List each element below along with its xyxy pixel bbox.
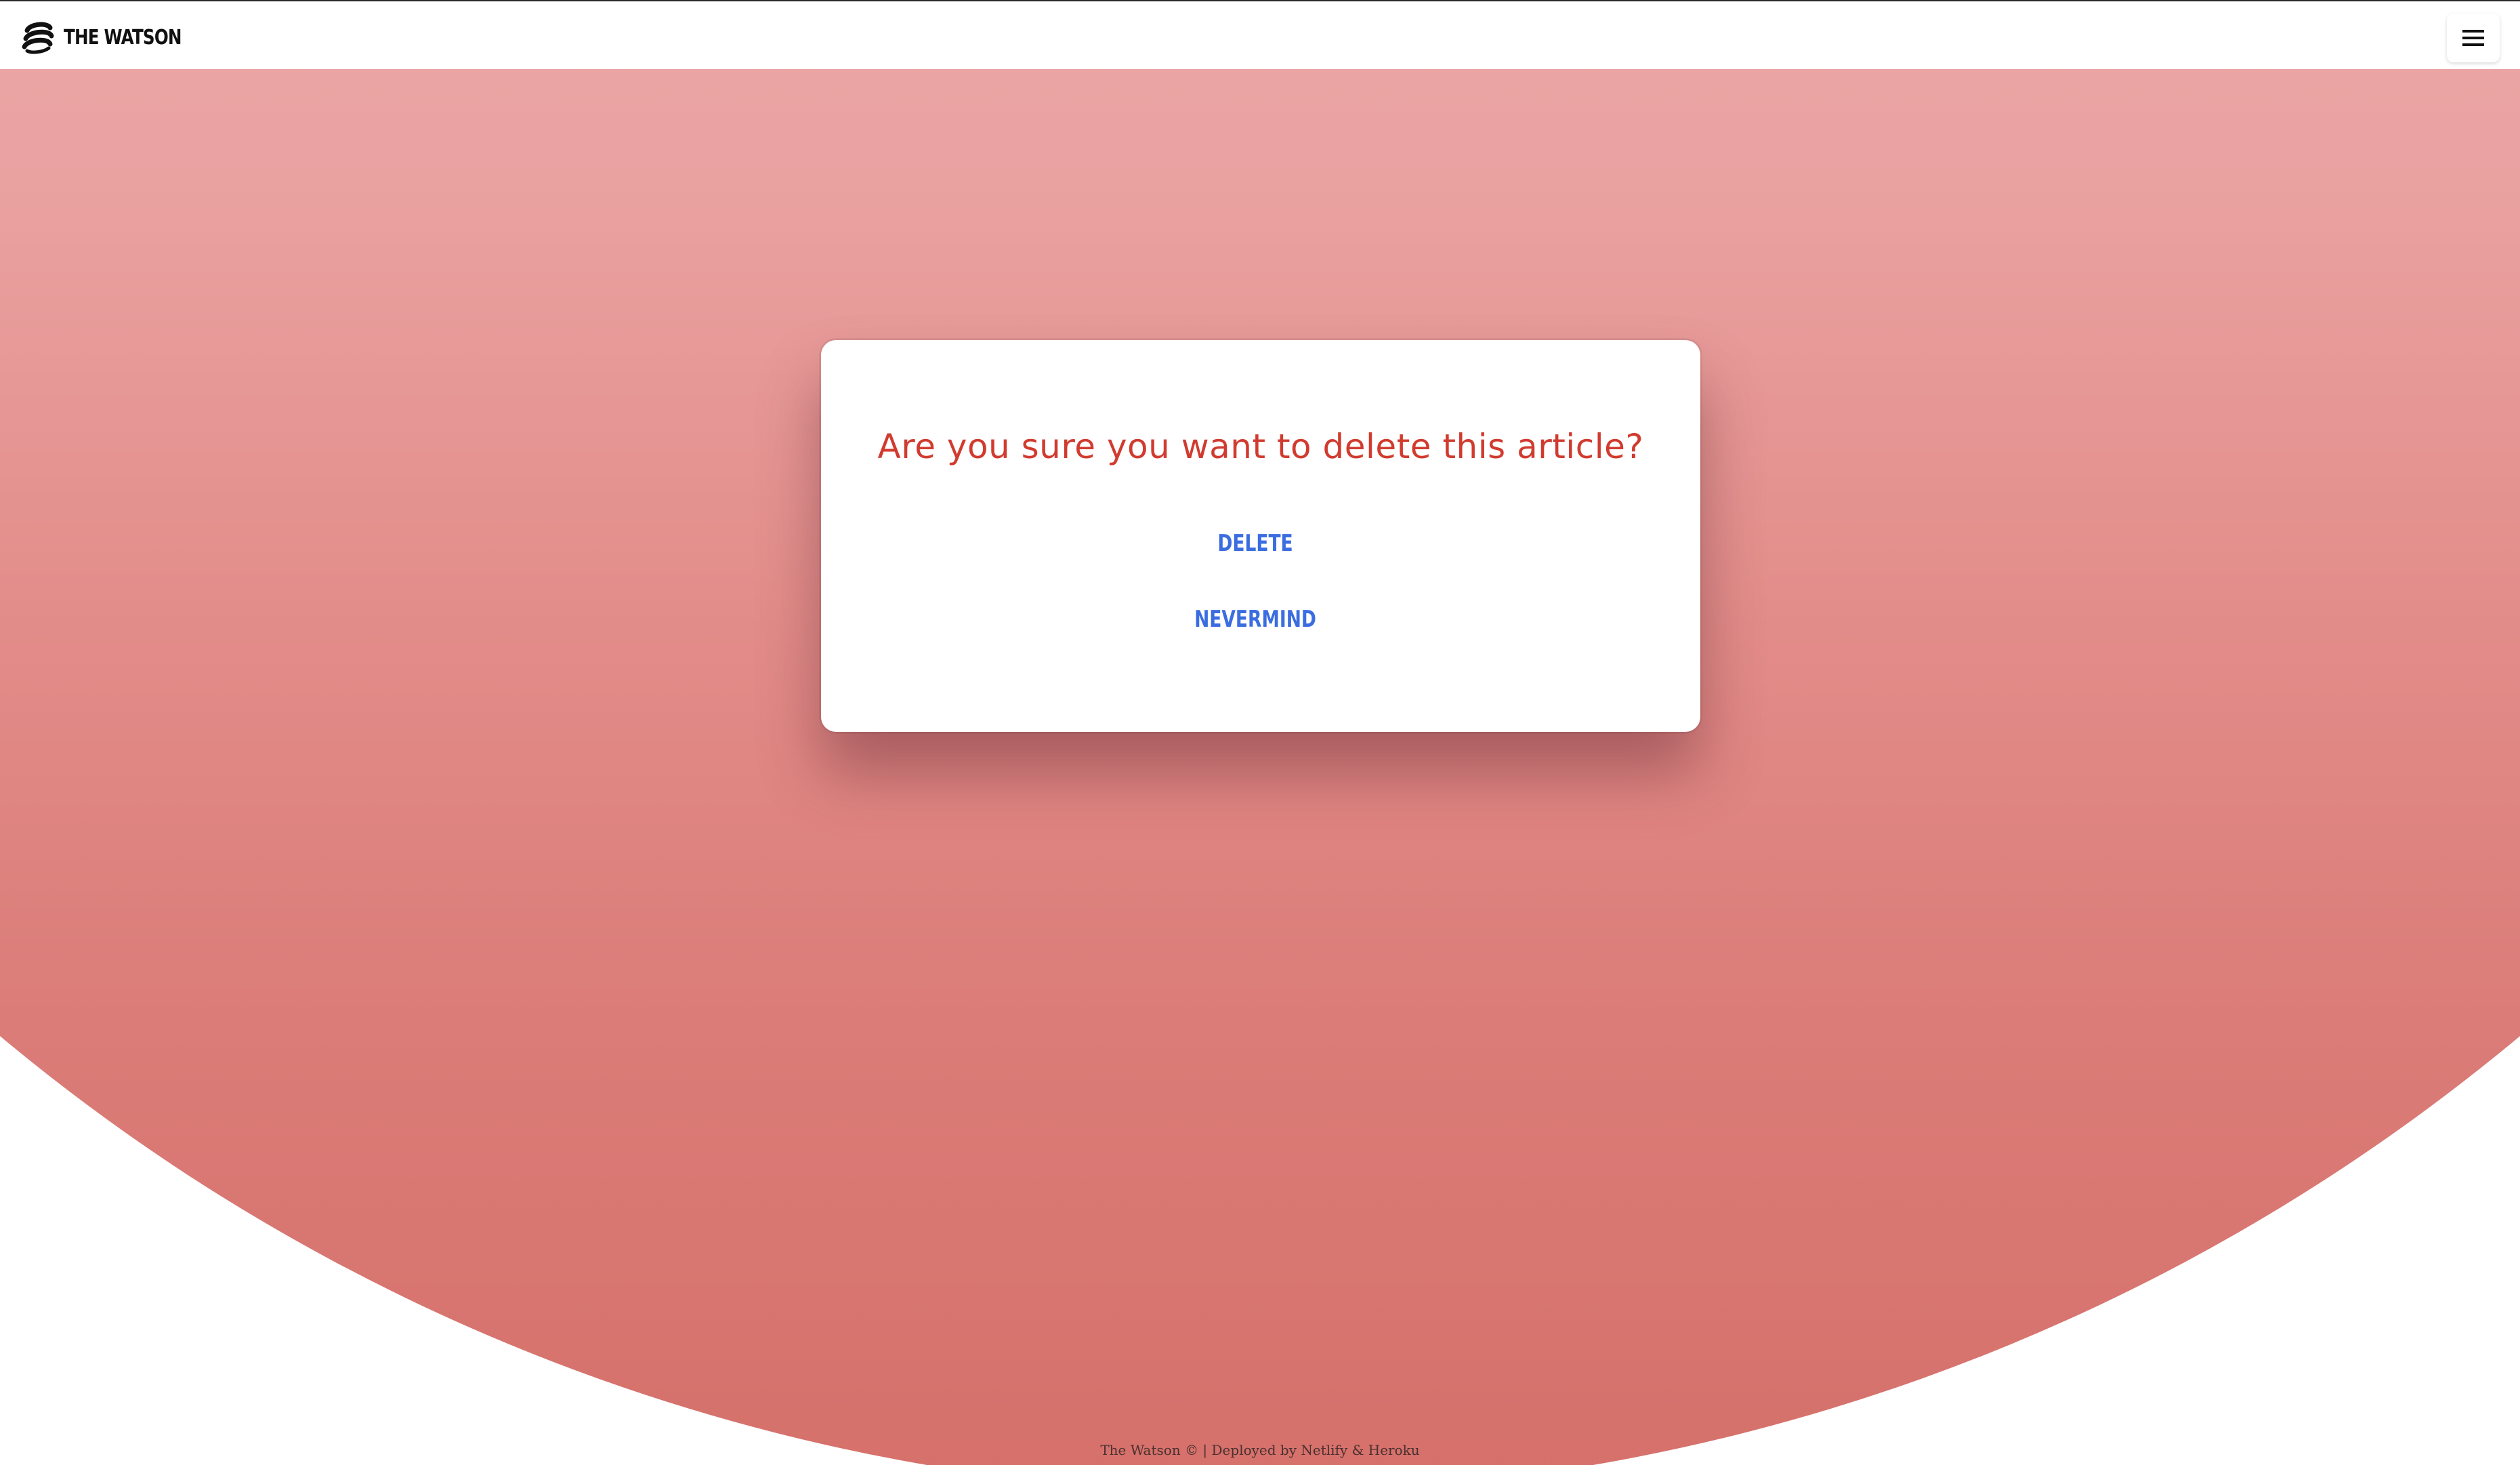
hero-arc-shape	[0, 69, 2520, 1465]
nevermind-button[interactable]: NEVERMIND	[1194, 606, 1316, 633]
brand-link[interactable]: THE WATSON	[20, 19, 207, 56]
delete-confirmation-dialog: Are you sure you want to delete this art…	[821, 340, 1700, 732]
menu-button[interactable]	[2447, 14, 2500, 62]
footer-text: The Watson © | Deployed by Netlify & Her…	[1100, 1442, 1420, 1458]
brand-name: THE WATSON	[64, 25, 182, 49]
swirl-logo-icon	[22, 22, 54, 54]
navbar: THE WATSON	[0, 1, 2520, 69]
hamburger-menu-icon	[2462, 30, 2484, 46]
dialog-title: Are you sure you want to delete this art…	[877, 427, 1644, 466]
delete-button[interactable]: DELETE	[1217, 530, 1293, 557]
hero-background	[0, 69, 2520, 1465]
